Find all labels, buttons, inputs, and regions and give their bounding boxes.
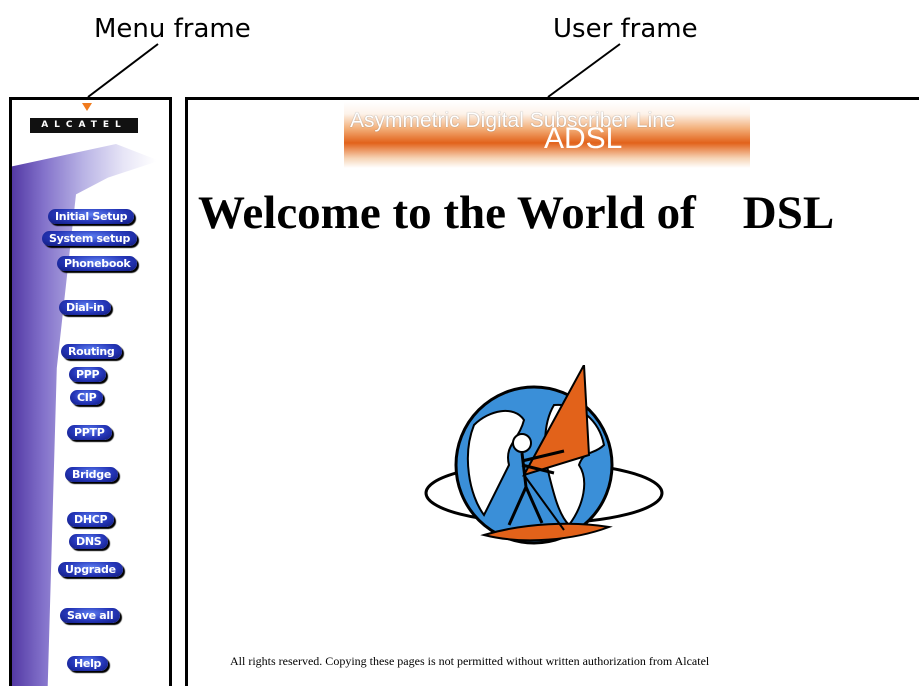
surfer-head [512,433,532,453]
initial-setup-button[interactable]: Initial Setup [48,209,135,224]
upgrade-button[interactable]: Upgrade [58,562,123,577]
callout-leader-lines [87,43,621,98]
adsl-banner: Asymmetric Digital Subscriber Line ADSL [344,102,750,168]
windsurfer-globe-illustration [414,361,674,570]
cip-button[interactable]: CIP [70,390,104,405]
help-button[interactable]: Help [67,656,109,671]
dhcp-button[interactable]: DHCP [67,512,115,527]
save-all-button[interactable]: Save all [60,608,121,623]
menu-leader-line [87,43,159,98]
copyright-footer: All rights reserved. Copying these pages… [230,654,710,668]
banner-subtitle: Asymmetric Digital Subscriber Line [350,109,676,132]
banner-title: ADSL [544,122,623,155]
ppp-button[interactable]: PPP [69,367,107,382]
menu-frame: ALCATEL Initial Setup System setup Phone… [9,97,172,686]
phonebook-button[interactable]: Phonebook [57,256,138,271]
dns-button[interactable]: DNS [69,534,109,549]
bridge-button[interactable]: Bridge [65,467,118,482]
user-leader-line [547,43,621,98]
welcome-heading: Welcome to the World of DSL [198,187,835,239]
alcatel-logo: ALCATEL [30,118,138,133]
decorative-swoosh [12,144,160,686]
routing-button[interactable]: Routing [61,344,122,359]
user-frame: Asymmetric Digital Subscriber Line ADSL … [185,97,919,686]
system-setup-button[interactable]: System setup [42,231,138,246]
pptp-button[interactable]: PPTP [67,425,112,440]
dial-in-button[interactable]: Dial-in [59,300,112,315]
logo-marker-icon [82,103,92,111]
